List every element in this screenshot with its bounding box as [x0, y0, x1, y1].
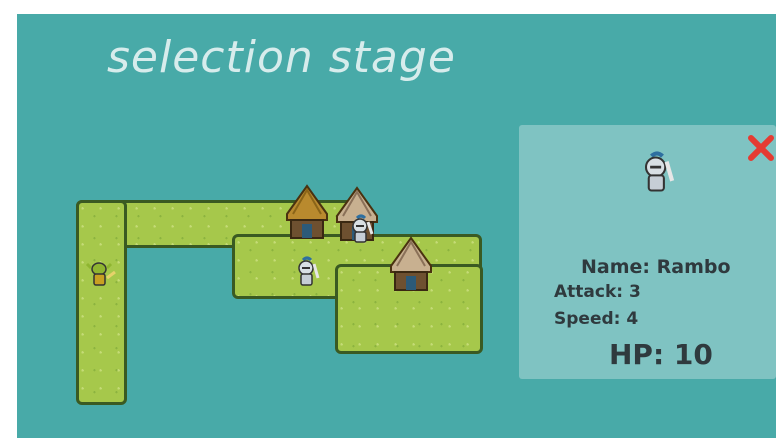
knight-icon: [644, 151, 675, 192]
knight-icon[interactable]: [291, 256, 323, 290]
unit-name: Name: Rambo: [581, 256, 731, 278]
stage-title: selection stage: [107, 32, 456, 83]
hut-icon[interactable]: [285, 184, 329, 242]
hut-icon[interactable]: [389, 236, 433, 294]
knight-icon[interactable]: [345, 214, 377, 246]
goblin-icon[interactable]: [85, 258, 119, 290]
grass-tile-left-column[interactable]: [76, 200, 127, 405]
close-icon[interactable]: [746, 133, 776, 163]
unit-speed: Speed: 4: [554, 309, 639, 329]
unit-info-panel: Name: Rambo Attack: 3 Speed: 4 HP: 10: [519, 125, 776, 379]
unit-hp: HP: 10: [609, 338, 713, 371]
game-stage: selection stage Name: Rambo Attack: 3 Sp…: [17, 14, 776, 438]
unit-attack: Attack: 3: [554, 282, 641, 302]
